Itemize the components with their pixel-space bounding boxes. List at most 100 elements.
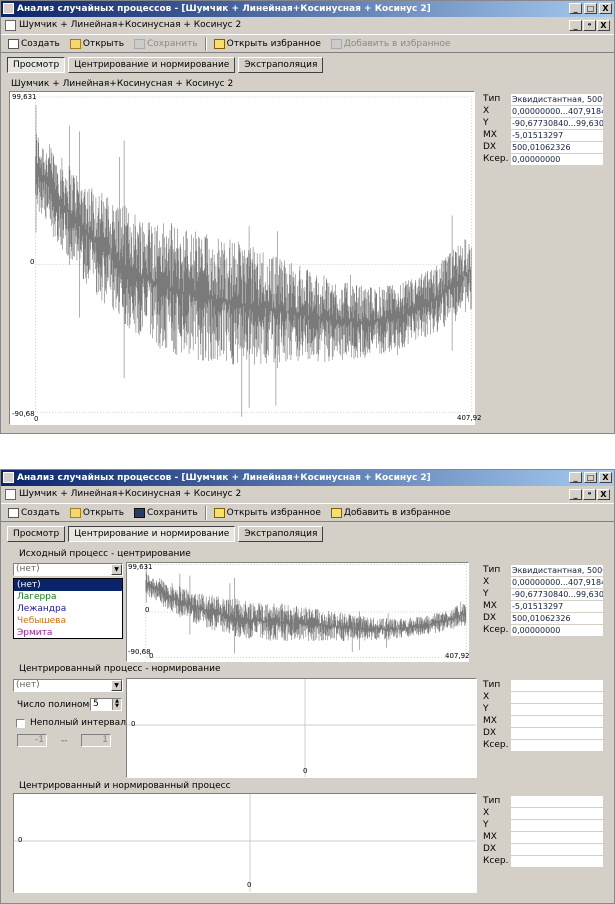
stats-row: X — [483, 808, 613, 819]
stats-key: MX — [483, 601, 497, 611]
tab-extrapolation[interactable]: Экстраполяция — [238, 57, 324, 73]
result-stats-panel: Тип X Y MX DX Ксер. — [483, 796, 608, 876]
signal-trace — [145, 565, 467, 654]
stats-row: X 0,00000000...407,91840 — [483, 577, 613, 588]
stats-row: DX — [483, 728, 613, 739]
source-signal-plot[interactable]: 99,631 0 -90,68 0 407,92 — [126, 562, 470, 662]
save-button[interactable]: Сохранить — [131, 505, 201, 521]
stats-key: X — [483, 577, 490, 587]
stats-value[interactable] — [511, 704, 603, 715]
stats-row: Тип Эквидистантная, 5000 — [483, 565, 613, 576]
open-button[interactable]: Открыть — [67, 505, 127, 521]
mdi-close-button[interactable]: X — [597, 489, 610, 500]
stats-value[interactable]: 500,01062326 — [511, 142, 603, 153]
minimize-button[interactable]: _ — [569, 3, 582, 14]
stats-value[interactable] — [511, 832, 603, 843]
create-button[interactable]: Создать — [5, 505, 63, 521]
add-favorites-button[interactable]: Добавить в избранное — [328, 505, 454, 521]
dropdown-option[interactable]: Чебышева — [14, 615, 122, 627]
stats-value[interactable] — [511, 716, 603, 727]
tab-centering[interactable]: Центрирование и нормирование — [68, 526, 236, 542]
stats-value[interactable] — [511, 820, 603, 831]
dropdown-option[interactable]: Лежандра — [14, 603, 122, 615]
stats-value[interactable]: -5,01513297 — [511, 601, 603, 612]
app-icon — [3, 472, 14, 483]
stats-value[interactable]: 0,00000000 — [511, 154, 603, 165]
stats-value[interactable]: -90,67730840...99,6303 — [511, 589, 603, 600]
poly-count-label: Число полиномов — [17, 700, 101, 710]
tab-extrapolation[interactable]: Экстраполяция — [238, 526, 324, 542]
stats-row: MX — [483, 832, 613, 843]
window-title-bar[interactable]: Анализ случайных процессов - [Шумчик + Л… — [1, 1, 614, 17]
centered-signal-plot[interactable]: 0 0 — [126, 678, 477, 778]
chevron-down-icon[interactable]: ▼ — [111, 680, 122, 691]
minimize-button[interactable]: _ — [569, 472, 582, 483]
tab-view[interactable]: Просмотр — [7, 526, 66, 542]
centering-method-select[interactable]: (нет) ▼ — [13, 563, 123, 576]
mdi-close-button[interactable]: X — [597, 20, 610, 31]
dropdown-option[interactable]: Эрмита — [14, 627, 122, 639]
x-min-label: 0 — [34, 415, 39, 423]
tab-view[interactable]: Просмотр — [7, 57, 66, 73]
stats-value[interactable] — [511, 692, 603, 703]
maximize-button[interactable]: □ — [584, 472, 597, 483]
interval-to-input[interactable]: 1 — [81, 734, 111, 747]
stats-value[interactable]: Эквидистантная, 5000 — [511, 94, 603, 105]
x-zero-label: 0 — [303, 767, 308, 775]
new-file-icon — [8, 507, 19, 518]
toolbar: Создать Открыть Сохранить Открыть избран… — [1, 34, 614, 53]
open-label: Открыть — [82, 38, 125, 49]
tab-bar: Просмотр Центрирование и нормирование Эк… — [7, 526, 324, 542]
folder-icon — [69, 507, 81, 518]
stats-value[interactable] — [511, 856, 603, 867]
open-favorites-button[interactable]: Открыть избранное — [211, 505, 324, 521]
stats-value[interactable]: -5,01513297 — [511, 130, 603, 141]
add-favorites-button[interactable]: Добавить в избранное — [328, 36, 454, 52]
stats-value[interactable] — [511, 796, 603, 807]
open-favorites-button[interactable]: Открыть избранное — [211, 36, 324, 52]
toolbar: Создать Открыть Сохранить Открыть избран… — [1, 503, 614, 522]
stats-value[interactable] — [511, 728, 603, 739]
create-label: Создать — [21, 38, 60, 49]
stats-key: Ксер. — [483, 856, 509, 866]
stats-key: Y — [483, 704, 489, 714]
mdi-minimize-button[interactable]: _ — [569, 20, 582, 31]
interval-from-input[interactable]: -1 — [17, 734, 47, 747]
stats-value[interactable]: 500,01062326 — [511, 613, 603, 624]
window-title-bar[interactable]: Анализ случайных процессов - [Шумчик + Л… — [1, 470, 614, 486]
stats-value[interactable] — [511, 680, 603, 691]
stats-value[interactable]: Эквидистантная, 5000 — [511, 565, 603, 576]
mdi-restore-button[interactable]: ᵊ — [583, 489, 596, 500]
maximize-button[interactable]: □ — [584, 3, 597, 14]
stats-value[interactable] — [511, 808, 603, 819]
mdi-minimize-button[interactable]: _ — [569, 489, 582, 500]
stats-key: Ксер. — [483, 625, 509, 635]
close-button[interactable]: X — [599, 3, 612, 14]
poly-count-stepper[interactable]: 5 ▲ ▼ — [90, 698, 122, 711]
stats-value[interactable]: 0,00000000 — [511, 625, 603, 636]
partial-interval-checkbox[interactable] — [16, 719, 25, 728]
stats-value[interactable] — [511, 844, 603, 855]
stats-value[interactable]: -90,67730840...99,6303 — [511, 118, 603, 129]
mdi-restore-button[interactable]: ᵊ — [583, 20, 596, 31]
close-button[interactable]: X — [599, 472, 612, 483]
stats-value[interactable] — [511, 740, 603, 751]
normalizing-method-select[interactable]: (нет) ▼ — [13, 679, 123, 692]
signal-plot[interactable]: 99,631 0 -90,68 0 407,92 — [9, 91, 482, 425]
normalized-signal-plot[interactable]: 0 0 — [13, 793, 477, 893]
spin-arrows-icon[interactable]: ▲ ▼ — [112, 699, 121, 710]
dropdown-option[interactable]: Лагерра — [14, 591, 122, 603]
create-button[interactable]: Создать — [5, 36, 63, 52]
section-result-title: Центрированный и нормированный процесс — [19, 781, 231, 791]
dropdown-option[interactable]: (нет) — [14, 579, 122, 591]
open-button[interactable]: Открыть — [67, 36, 127, 52]
save-button[interactable]: Сохранить — [131, 36, 201, 52]
window-title: Анализ случайных процессов - [Шумчик + Л… — [17, 473, 431, 483]
stats-row: DX 500,01062326 — [483, 613, 613, 624]
stats-value[interactable]: 0,00000000...407,91840 — [511, 577, 603, 588]
stats-key: MX — [483, 716, 497, 726]
stats-value[interactable]: 0,00000000...407,91840 — [511, 106, 603, 117]
tab-centering[interactable]: Центрирование и нормирование — [68, 57, 236, 73]
stats-key: MX — [483, 832, 497, 842]
chevron-down-icon[interactable]: ▼ — [111, 564, 122, 575]
